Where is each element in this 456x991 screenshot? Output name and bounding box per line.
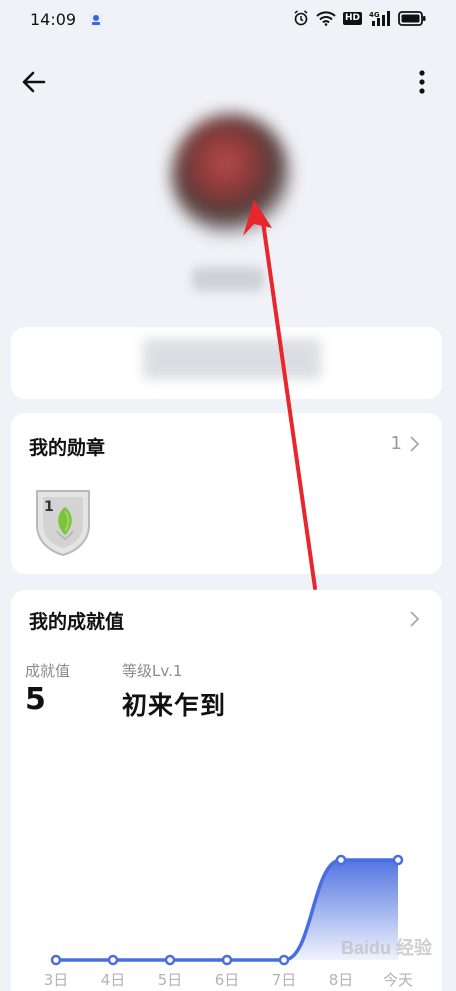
chart-x-tick-label: 7日 (272, 971, 297, 989)
chart-point (107, 954, 119, 966)
chart-point (335, 854, 347, 866)
chart-x-tick-label: 今天 (383, 971, 413, 989)
chart-point (164, 954, 176, 966)
chart-x-tick-label: 3日 (44, 971, 69, 989)
chart-point (278, 954, 290, 966)
chart-point (392, 854, 404, 866)
chart-x-tick-label: 8日 (329, 971, 354, 989)
achievement-trend-chart: 3日 4日 5日 6日 7日 8日 今天 (44, 854, 413, 989)
chart-point (50, 954, 62, 966)
chart-point (221, 954, 233, 966)
chart-x-tick-label: 6日 (215, 971, 240, 989)
chart-x-tick-label: 5日 (158, 971, 183, 989)
watermark: Baidu 经验 (340, 938, 432, 958)
chart-x-tick-label: 4日 (101, 971, 126, 989)
